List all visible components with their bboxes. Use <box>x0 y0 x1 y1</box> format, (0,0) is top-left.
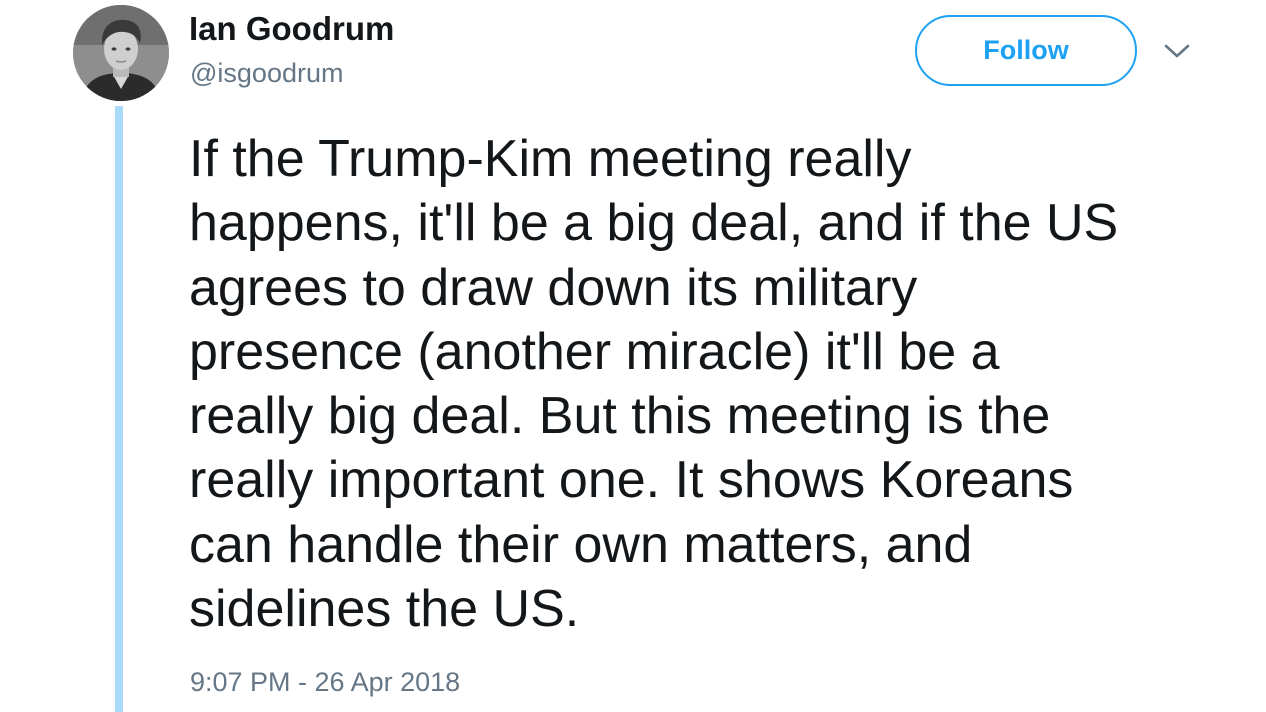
profile-photo-icon <box>73 5 169 101</box>
avatar[interactable] <box>73 5 169 101</box>
author-display-name[interactable]: Ian Goodrum <box>189 9 394 49</box>
chevron-down-icon <box>1164 44 1190 58</box>
author-handle[interactable]: @isgoodrum <box>190 56 343 90</box>
tweet-text: If the Trump-Kim meeting really happens,… <box>189 130 1119 639</box>
more-options-button[interactable] <box>1160 36 1194 66</box>
tweet-card: Ian Goodrum @isgoodrum Follow If the Tru… <box>0 0 1266 712</box>
thread-line <box>115 106 123 712</box>
tweet-timestamp[interactable]: 9:07 PM - 26 Apr 2018 <box>190 665 460 699</box>
follow-button[interactable]: Follow <box>915 15 1137 86</box>
